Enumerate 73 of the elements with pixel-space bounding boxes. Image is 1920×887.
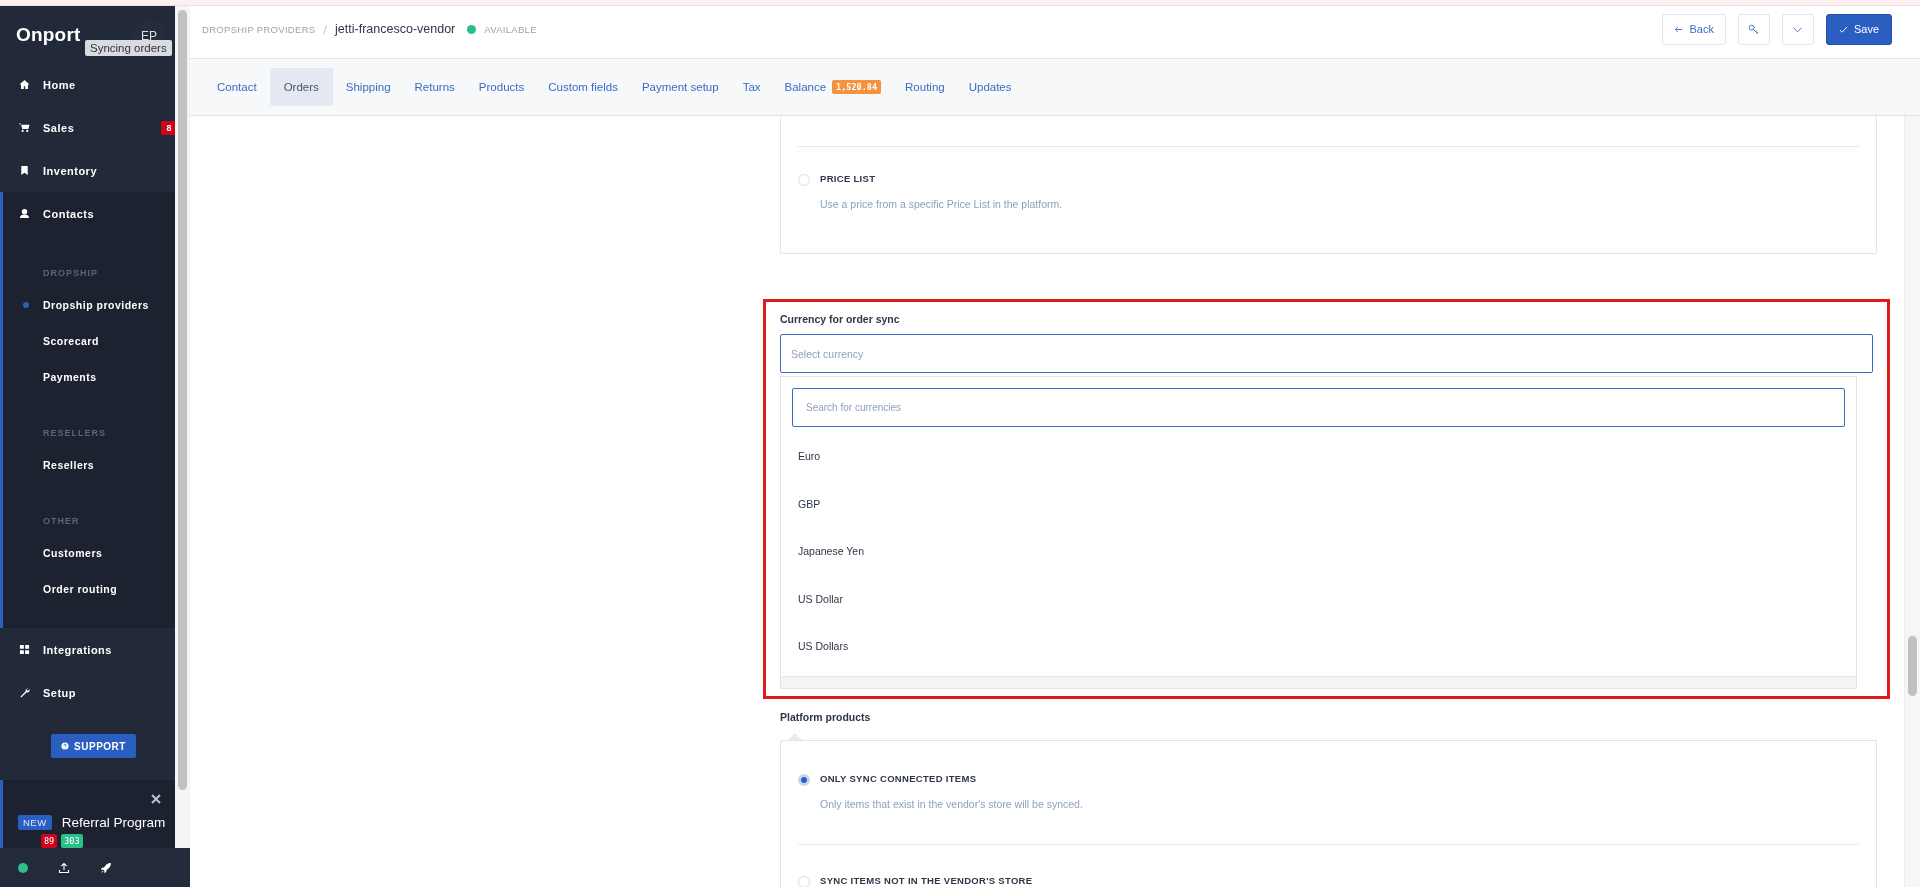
- key-icon: [1748, 23, 1760, 35]
- radio-button[interactable]: [798, 174, 810, 186]
- section-heading: RESELLERS: [42, 427, 107, 440]
- dropdown-option[interactable]: US Dollar: [781, 575, 1856, 623]
- support-button[interactable]: SUPPORT: [51, 734, 136, 758]
- scrollbar-thumb[interactable]: [1908, 636, 1917, 696]
- currency-select[interactable]: Select currency: [780, 334, 1873, 373]
- rocket-icon[interactable]: [100, 861, 112, 874]
- section-heading: OTHER: [42, 515, 81, 528]
- help-icon: [61, 742, 70, 750]
- section-heading: DROPSHIP: [42, 267, 99, 280]
- nav-item[interactable]: Sales 8: [0, 106, 175, 149]
- referral-label: Referral Program: [61, 815, 166, 830]
- search-field[interactable]: Search for currencies: [792, 388, 1845, 427]
- scrollbar-thumb[interactable]: [178, 10, 187, 790]
- nav-item[interactable]: Home: [0, 63, 175, 106]
- status-label: AVAILABLE: [484, 23, 537, 35]
- new-badge: NEW: [18, 815, 52, 830]
- page-title: jetti-francesco-vendor: [335, 22, 456, 36]
- field-label: Platform products: [780, 710, 872, 723]
- tab[interactable]: Tax: [731, 68, 772, 106]
- option-description: Use a price from a specific Price List in the platform.: [820, 198, 1063, 210]
- tab[interactable]: Shipping: [334, 68, 402, 106]
- home-icon: [19, 79, 30, 90]
- field-label: Currency for order sync: [780, 312, 901, 327]
- status-dot: [467, 24, 477, 34]
- nav-item[interactable]: Inventory: [0, 149, 175, 192]
- nav-subitem[interactable]: Payments: [3, 359, 175, 395]
- dropdown-option[interactable]: GBP: [781, 480, 1856, 528]
- tab[interactable]: Custom fields: [537, 68, 629, 106]
- tab[interactable]: Orders: [269, 68, 333, 106]
- save-button[interactable]: Save: [1825, 13, 1892, 45]
- nav-item[interactable]: Integrations: [0, 628, 175, 671]
- dropdown-option[interactable]: Euro: [781, 433, 1856, 481]
- nav-subitem[interactable]: Customers: [3, 535, 175, 571]
- key-button[interactable]: [1737, 13, 1770, 45]
- tab[interactable]: Payment setup: [630, 68, 730, 106]
- tab[interactable]: Contact: [206, 68, 268, 106]
- tab[interactable]: Routing: [894, 68, 956, 106]
- option-title: PRICE LIST: [820, 173, 877, 184]
- dropdown-option[interactable]: Japanese Yen: [781, 528, 1856, 576]
- option-description: Only items that exist in the vendor's store will be synced.: [820, 798, 1083, 810]
- nav-subitem[interactable]: Resellers: [3, 447, 175, 483]
- bookmark-icon: [19, 165, 30, 176]
- tab[interactable]: Balance 1,520.84: [773, 68, 893, 106]
- grid-icon: [19, 644, 30, 655]
- check-icon: [1838, 24, 1848, 34]
- logo: Onport: [16, 23, 81, 46]
- tab[interactable]: Returns: [403, 68, 466, 106]
- option-title: SYNC ITEMS NOT IN THE VENDOR'S STORE: [820, 875, 1033, 886]
- count-badge: 8: [161, 121, 175, 135]
- tab[interactable]: Updates: [957, 68, 1023, 106]
- nav-item[interactable]: Contacts: [3, 192, 175, 235]
- radio-button[interactable]: [798, 876, 810, 887]
- breadcrumb-separator: /: [323, 21, 328, 37]
- tab[interactable]: Products: [467, 68, 536, 106]
- balance-badge: 1,520.84: [832, 80, 882, 94]
- option-title: ONLY SYNC CONNECTED ITEMS: [820, 773, 978, 784]
- wrench-icon: [19, 687, 30, 698]
- arrow-left-icon: [1674, 24, 1684, 34]
- dropdown-option[interactable]: US Dollars: [781, 623, 1856, 671]
- nav-subitem[interactable]: Scorecard: [3, 323, 175, 359]
- close-icon[interactable]: [151, 794, 161, 804]
- dropdown-button[interactable]: [1781, 13, 1814, 45]
- nav-subitem[interactable]: Order routing: [3, 571, 175, 607]
- cart-icon: [19, 122, 30, 133]
- tooltip: Syncing orders: [85, 40, 172, 56]
- person-icon: [19, 208, 30, 219]
- upload-icon[interactable]: [58, 861, 70, 874]
- nav-item[interactable]: Setup: [0, 671, 175, 714]
- radio-button[interactable]: [798, 774, 810, 786]
- back-button[interactable]: Back: [1662, 13, 1726, 45]
- nav-subitem[interactable]: Dropship providers: [3, 287, 175, 323]
